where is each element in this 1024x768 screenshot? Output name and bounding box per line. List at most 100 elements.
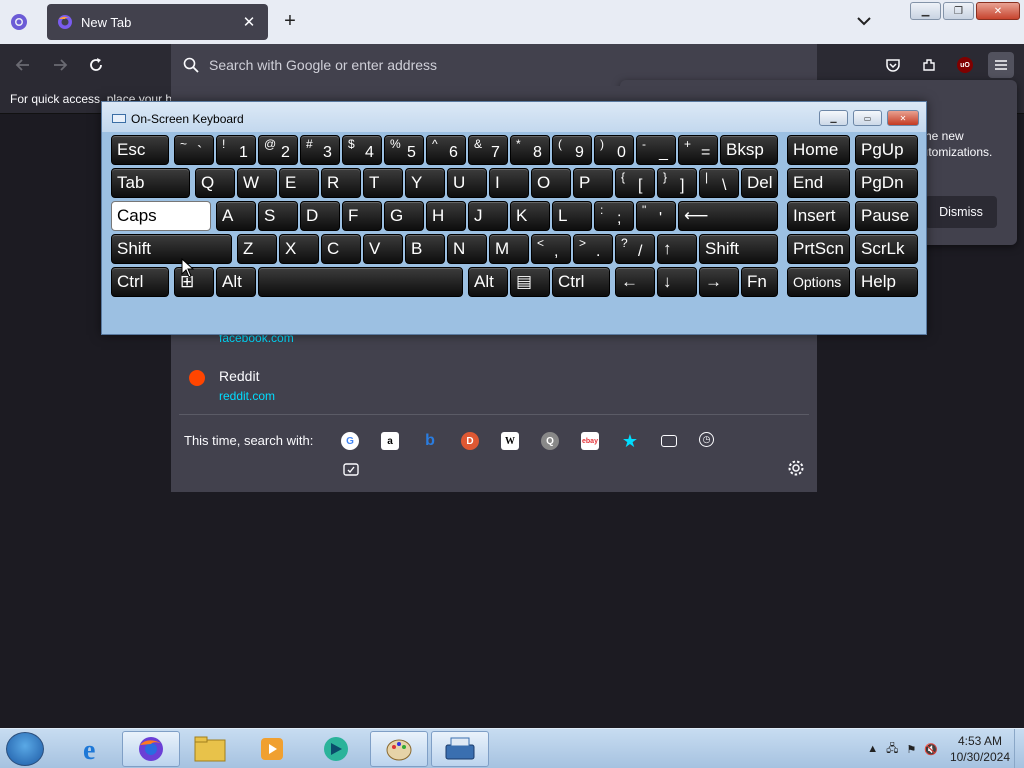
- key-scrlk[interactable]: ScrLk: [855, 234, 918, 264]
- key-7[interactable]: & 7: [468, 135, 508, 165]
- minimize-button[interactable]: ▁: [910, 2, 941, 20]
- key-h[interactable]: H: [426, 201, 466, 231]
- close-tab-icon[interactable]: ✕: [240, 13, 258, 31]
- key-e[interactable]: E: [279, 168, 319, 198]
- key-r[interactable]: R: [321, 168, 361, 198]
- key-pause[interactable]: Pause: [855, 201, 918, 231]
- taskbar-app[interactable]: [307, 731, 365, 767]
- key-insert[interactable]: Insert: [787, 201, 850, 231]
- key-2[interactable]: @2: [258, 135, 298, 165]
- key-f[interactable]: F: [342, 201, 382, 231]
- bookmarks-star-icon[interactable]: ★: [621, 431, 639, 451]
- key-b[interactable]: B: [405, 234, 445, 264]
- history-clock-icon[interactable]: ◷: [699, 432, 714, 447]
- restore-button[interactable]: ❐: [943, 2, 974, 20]
- key--[interactable]: ~ `: [174, 135, 214, 165]
- osk-restore-button[interactable]: ▭: [853, 110, 882, 126]
- key-v[interactable]: V: [363, 234, 403, 264]
- actions-icon[interactable]: [342, 460, 360, 478]
- key-c[interactable]: C: [321, 234, 361, 264]
- start-button[interactable]: [6, 732, 44, 766]
- extensions-icon[interactable]: [916, 52, 942, 78]
- key-pgdn[interactable]: PgDn: [855, 168, 918, 198]
- key-shift[interactable]: Shift: [699, 234, 778, 264]
- key-esc[interactable]: Esc: [111, 135, 169, 165]
- taskbar-internet-explorer[interactable]: e: [63, 731, 121, 767]
- key-z[interactable]: Z: [237, 234, 277, 264]
- key-del[interactable]: Del: [741, 168, 778, 198]
- gear-icon[interactable]: [787, 459, 805, 477]
- key-alt[interactable]: Alt: [216, 267, 256, 297]
- key--[interactable]: }]: [657, 168, 697, 198]
- key-j[interactable]: J: [468, 201, 508, 231]
- key--[interactable]: <,: [531, 234, 571, 264]
- firefox-view-icon[interactable]: [9, 12, 29, 32]
- key-m[interactable]: M: [489, 234, 529, 264]
- key-shift[interactable]: Shift: [111, 234, 232, 264]
- key-s[interactable]: S: [258, 201, 298, 231]
- key-8[interactable]: * 8: [510, 135, 550, 165]
- tab-new-tab[interactable]: New Tab ✕: [47, 4, 268, 40]
- key--[interactable]: ↓: [657, 267, 697, 297]
- key-k[interactable]: K: [510, 201, 550, 231]
- forward-arrow-icon[interactable]: [51, 56, 69, 74]
- key-4[interactable]: $4: [342, 135, 382, 165]
- key-fn[interactable]: Fn: [741, 267, 778, 297]
- google-icon[interactable]: G: [341, 432, 359, 450]
- key--[interactable]: | \: [699, 168, 739, 198]
- network-icon[interactable]: 🖧: [886, 740, 898, 759]
- key-w[interactable]: W: [237, 168, 277, 198]
- key-help[interactable]: Help: [855, 267, 918, 297]
- key-bksp[interactable]: Bksp: [720, 135, 778, 165]
- key-p[interactable]: P: [573, 168, 613, 198]
- key-6[interactable]: ^ 6: [426, 135, 466, 165]
- hamburger-menu-icon[interactable]: [988, 52, 1014, 78]
- amazon-icon[interactable]: a: [381, 432, 399, 450]
- key-q[interactable]: Q: [195, 168, 235, 198]
- key--[interactable]: ⟵: [678, 201, 778, 231]
- list-item[interactable]: Reddit reddit.com: [189, 368, 275, 403]
- key-n[interactable]: N: [447, 234, 487, 264]
- new-tab-button[interactable]: +: [279, 10, 301, 32]
- key-alt[interactable]: Alt: [468, 267, 508, 297]
- key-a[interactable]: A: [216, 201, 256, 231]
- key-y[interactable]: Y: [405, 168, 445, 198]
- volume-muted-icon[interactable]: 🔇: [924, 743, 938, 756]
- key--[interactable]: →: [699, 267, 739, 297]
- taskbar-media-player[interactable]: [243, 731, 301, 767]
- key-prtscn[interactable]: PrtScn: [787, 234, 850, 264]
- key-ctrl[interactable]: Ctrl: [552, 267, 610, 297]
- key--[interactable]: " ': [636, 201, 676, 231]
- key--[interactable]: >.: [573, 234, 613, 264]
- key-tab[interactable]: Tab: [111, 168, 190, 198]
- key-g[interactable]: G: [384, 201, 424, 231]
- ublock-icon[interactable]: uO: [952, 52, 978, 78]
- key--[interactable]: - _: [636, 135, 676, 165]
- key-9[interactable]: (9: [552, 135, 592, 165]
- search-engine-icon[interactable]: Q: [541, 432, 559, 450]
- key-end[interactable]: End: [787, 168, 850, 198]
- osk-close-button[interactable]: ✕: [887, 110, 919, 126]
- show-desktop-button[interactable]: [1014, 729, 1024, 768]
- key-space[interactable]: [258, 267, 463, 297]
- key-0[interactable]: ) 0: [594, 135, 634, 165]
- key-o[interactable]: O: [531, 168, 571, 198]
- key--[interactable]: ▤: [510, 267, 550, 297]
- osk-minimize-button[interactable]: ▁: [819, 110, 848, 126]
- taskbar-paint[interactable]: [370, 731, 428, 767]
- key-l[interactable]: L: [552, 201, 592, 231]
- key-1[interactable]: ! 1: [216, 135, 256, 165]
- key--[interactable]: + =: [678, 135, 718, 165]
- reload-icon[interactable]: [87, 56, 105, 74]
- show-hidden-icons-icon[interactable]: ▲: [867, 743, 878, 755]
- back-arrow-icon[interactable]: [14, 56, 32, 74]
- key--[interactable]: {[: [615, 168, 655, 198]
- bing-icon[interactable]: b: [421, 432, 439, 450]
- key-ctrl[interactable]: Ctrl: [111, 267, 169, 297]
- chevron-down-icon[interactable]: [855, 12, 873, 30]
- taskbar-file-explorer[interactable]: [181, 731, 239, 767]
- taskbar-firefox[interactable]: [122, 731, 180, 767]
- clock[interactable]: 4:53 AM 10/30/2024: [950, 733, 1010, 765]
- tabs-icon[interactable]: [661, 435, 677, 447]
- key-3[interactable]: #3: [300, 135, 340, 165]
